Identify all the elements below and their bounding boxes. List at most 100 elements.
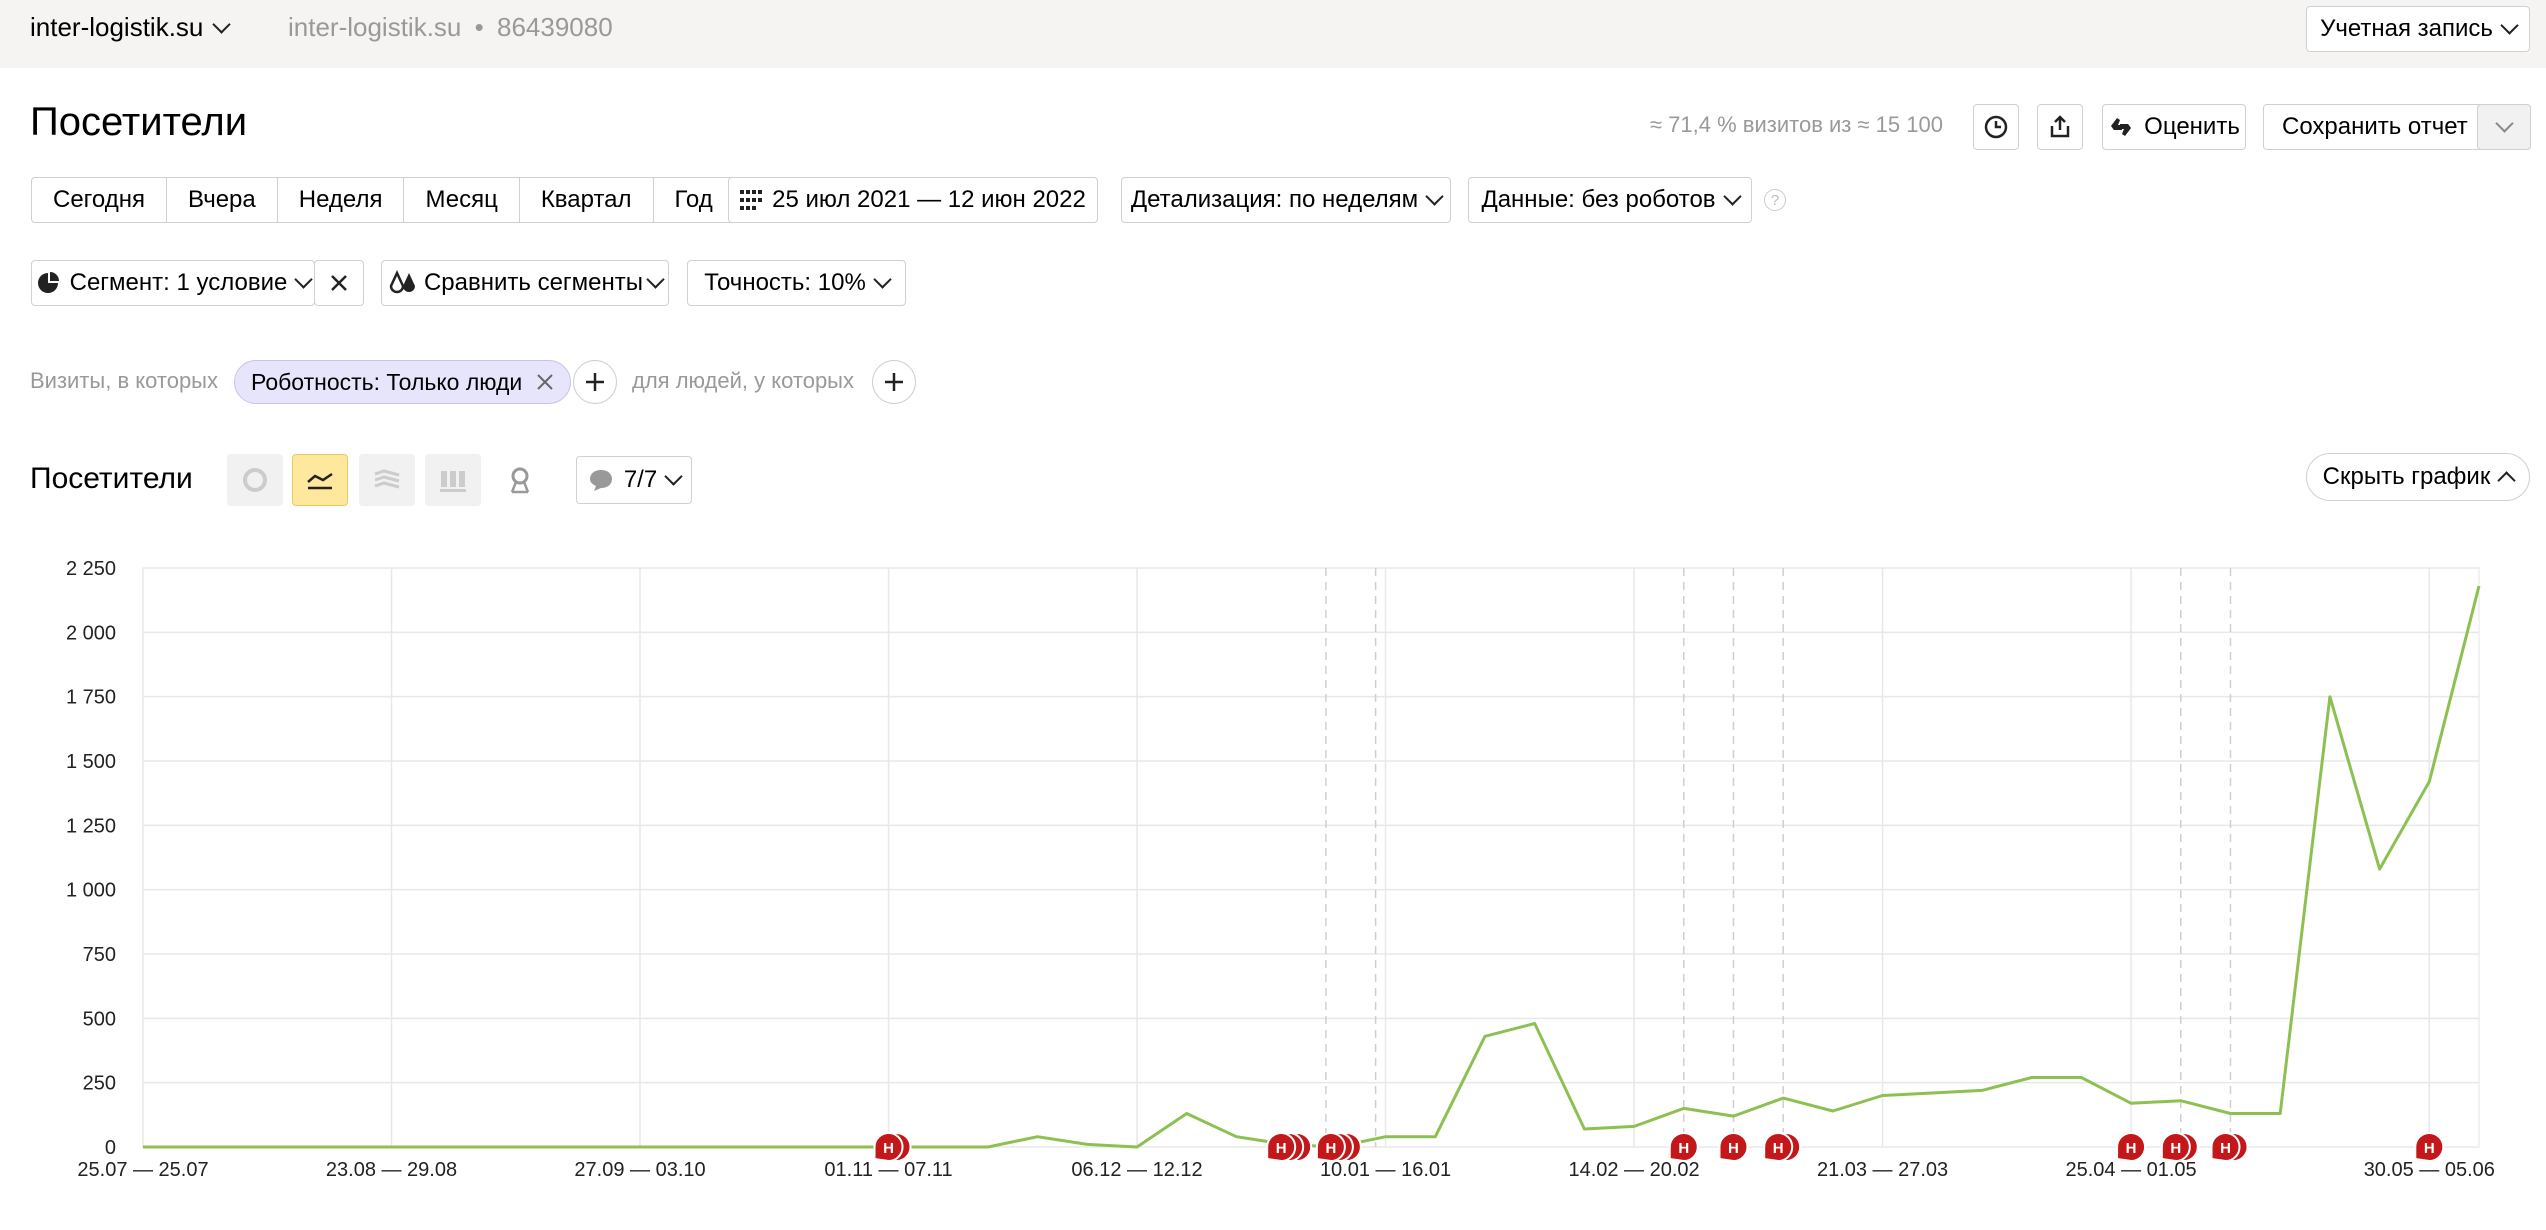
pie-view-button[interactable] [227,454,283,506]
y-tick-label: 1 000 [66,880,116,902]
share-button[interactable] [2037,104,2083,150]
compare-segments-dropdown[interactable]: Сравнить сегменты [381,260,669,306]
hide-chart-button[interactable]: Скрыть график [2306,453,2530,501]
save-options-button[interactable] [2477,104,2531,150]
add-people-condition-button[interactable] [872,360,916,404]
y-tick-label: 2 000 [66,622,116,644]
period-yesterday[interactable]: Вчера [167,178,278,222]
site-selector[interactable]: inter-logistik.su [30,12,232,43]
annotations-dropdown[interactable]: 7/7 [576,456,692,504]
clear-segment-button[interactable] [314,260,364,306]
period-year[interactable]: Год [654,178,734,222]
period-selector: Сегодня Вчера Неделя Месяц Квартал Год [31,177,735,223]
period-today[interactable]: Сегодня [32,178,167,222]
y-tick-label: 2 250 [66,558,116,580]
x-tick-label: 25.07 — 25.07 [77,1159,208,1181]
counter-site: inter-logistik.su [288,12,462,42]
help-icon[interactable]: ? [1764,189,1786,211]
pie-icon [37,272,59,293]
map-pin-icon [510,467,530,494]
chevron-down-icon [212,14,232,34]
period-quarter[interactable]: Квартал [520,178,654,222]
annotations-count: 7/7 [623,466,658,493]
chevron-down-icon [2494,114,2514,133]
annotation-letter: Н [1773,1140,1784,1157]
y-tick-label: 1 500 [66,751,116,773]
history-button[interactable] [1973,104,2019,150]
x-tick-label: 23.08 — 29.08 [326,1159,457,1181]
filter-condition-chip[interactable]: Роботность: Только люди [234,360,572,404]
clock-icon [1984,115,2008,139]
chevron-down-icon [646,270,665,289]
segment-label: Сегмент: 1 условие [69,269,288,296]
y-tick-label: 0 [105,1137,116,1159]
account-label: Учетная запись [2320,15,2493,42]
annotation-marker[interactable]: Н [2414,1132,2445,1163]
x-tick-label: 25.04 — 01.05 [2065,1159,2196,1181]
data-filter-dropdown[interactable]: Данные: без роботов [1468,177,1752,223]
pie-chart-icon [243,468,267,492]
annotation-marker[interactable]: Н [1718,1132,1749,1163]
calendar-icon [740,190,763,210]
plus-icon [885,373,903,391]
chart-section-title: Посетители [30,462,193,495]
annotation-letter: Н [1728,1140,1739,1157]
accuracy-label: Точность: 10% [704,269,866,296]
map-view-button[interactable] [492,454,548,506]
period-month[interactable]: Месяц [404,178,520,222]
detail-dropdown[interactable]: Детализация: по неделям [1121,177,1451,223]
annotation-marker[interactable]: Н [1315,1132,1362,1163]
x-tick-label: 21.03 — 27.03 [1817,1159,1948,1181]
save-report-label: Сохранить отчет [2282,113,2468,140]
x-tick-label: 06.12 — 12.12 [1071,1159,1202,1181]
y-tick-label: 1 750 [66,687,116,709]
chevron-down-icon [294,270,314,289]
bar-chart-icon [440,471,466,492]
hide-chart-label: Скрыть график [2322,463,2491,490]
plot-area [142,567,2480,1148]
rate-button[interactable]: Оценить [2102,104,2246,150]
close-icon [331,275,347,291]
annotation-marker[interactable]: Н [2160,1132,2199,1163]
share-icon [2050,115,2070,138]
account-button[interactable]: Учетная запись [2306,6,2530,52]
y-tick-label: 1 250 [66,815,116,837]
visits-prefix: Визиты, в которых [30,368,218,393]
plus-icon [586,373,604,391]
annotation-marker[interactable]: Н [1668,1132,1699,1163]
compare-icon [389,270,415,294]
annotation-marker[interactable]: Н [2210,1132,2249,1163]
chevron-down-icon [873,270,892,289]
counter-separator: • [474,12,484,42]
chevron-down-icon [1722,187,1742,206]
counter-info: inter-logistik.su • 86439080 [288,12,613,43]
accuracy-dropdown[interactable]: Точность: 10% [687,260,906,306]
segment-dropdown[interactable]: Сегмент: 1 условие [31,260,315,306]
annotation-marker[interactable]: Н [1266,1132,1313,1163]
period-week[interactable]: Неделя [278,178,405,222]
comment-icon [589,470,612,491]
annotation-letter: Н [2220,1140,2231,1157]
sample-stat: ≈ 71,4 % визитов из ≈ 15 100 [1650,112,1943,137]
bar-view-button[interactable] [425,454,481,506]
rate-label: Оценить [2144,113,2240,140]
visitors-line-chart: 0 250 500 750 1 000 1 250 1 500 1 750 2 000 2 250… [66,558,2495,1181]
annotation-letter: Н [2424,1140,2435,1157]
annotation-letter: Н [1325,1140,1336,1157]
detail-label: Детализация: по неделям [1130,186,1419,213]
top-bar: inter-logistik.su inter-logistik.su • 86… [0,0,2546,68]
annotation-letter: Н [1276,1140,1287,1157]
annotation-marker[interactable]: Н [873,1132,912,1163]
area-view-button[interactable] [359,454,415,506]
chevron-up-icon [2497,471,2517,490]
add-visit-condition-button[interactable] [573,360,617,404]
annotation-marker[interactable]: Н [1763,1132,1802,1163]
annotation-marker[interactable]: Н [2116,1132,2147,1163]
remove-condition-icon[interactable] [536,373,554,391]
annotation-letter: Н [2126,1140,2137,1157]
line-chart-icon [307,472,333,490]
line-view-button[interactable] [292,454,348,506]
filter-condition-label: Роботность: Только люди [251,368,523,395]
y-tick-label: 250 [83,1073,116,1095]
date-range-picker[interactable]: 25 июл 2021 — 12 июн 2022 [728,177,1098,223]
